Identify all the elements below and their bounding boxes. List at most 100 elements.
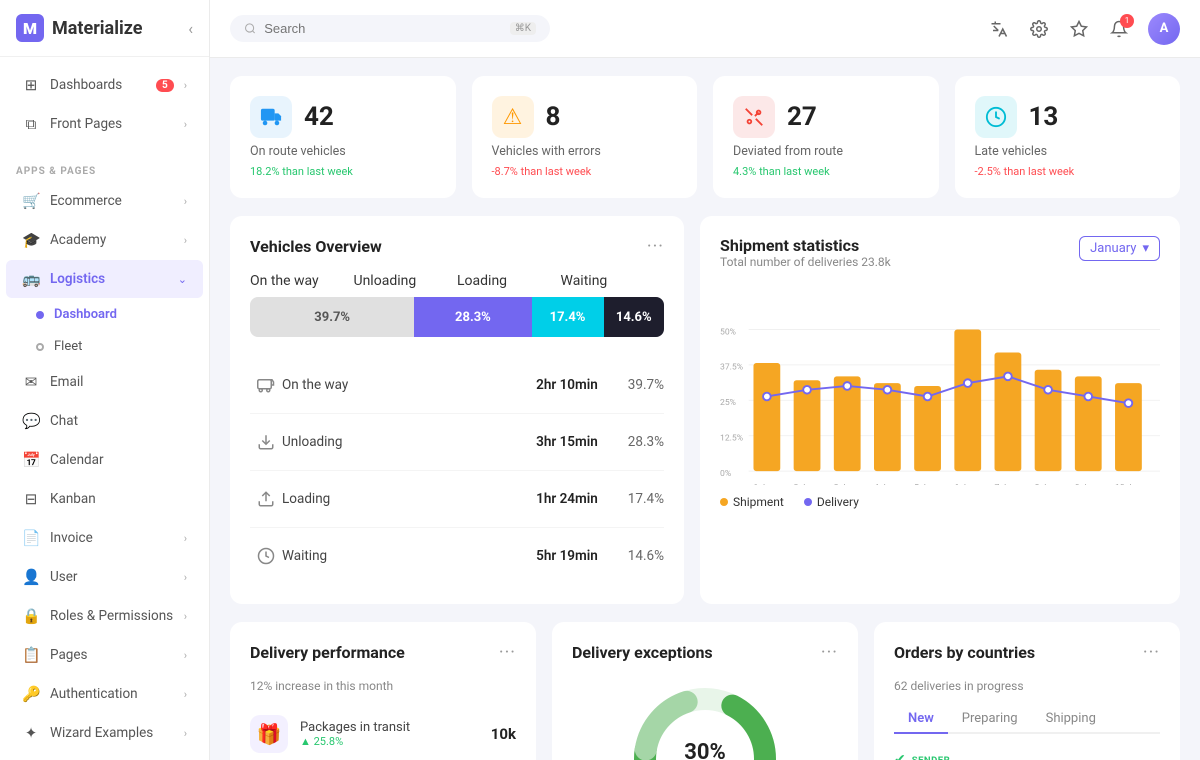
stat-number-late: 13: [1029, 102, 1059, 132]
academy-icon: 🎓: [22, 231, 40, 249]
delivery-perf-title: Delivery performance: [250, 643, 405, 662]
shipment-header: Shipment statistics Total number of deli…: [720, 236, 1160, 281]
orders-tabs: New Preparing Shipping: [894, 705, 1160, 734]
sidebar-item-academy[interactable]: 🎓 Academy ›: [6, 221, 203, 259]
svg-text:4 Jan: 4 Jan: [874, 483, 895, 485]
search-input[interactable]: [264, 21, 502, 36]
search-bar[interactable]: ⌘K: [230, 15, 550, 42]
order-entry: ✔ SENDER Myrtle Ullrich 101 Boulder, Cal…: [894, 746, 1160, 760]
month-select[interactable]: January ▾: [1079, 236, 1160, 261]
delivery-legend-dot: [804, 498, 812, 506]
perf-name-transit: Packages in transit: [300, 720, 479, 735]
order-entry-top: ✔ SENDER: [894, 752, 1160, 760]
stat-card-deviated: 27 Deviated from route 4.3% than last we…: [713, 76, 939, 198]
sidebar-item-front-pages[interactable]: ⧉ Front Pages ›: [6, 105, 203, 143]
legend-delivery: Delivery: [804, 495, 859, 509]
label-unloading: Unloading: [354, 273, 458, 289]
vehicle-row-waiting: Waiting 5hr 19min 14.6%: [250, 527, 664, 584]
sidebar-sub-label: Dashboard: [54, 307, 117, 322]
search-shortcut: ⌘K: [510, 22, 536, 35]
sidebar-item-wizard[interactable]: ✦ Wizard Examples ›: [6, 714, 203, 752]
vehicles-overview-card: Vehicles Overview ··· On the way Unloadi…: [230, 216, 684, 604]
sidebar-item-invoice[interactable]: 📄 Invoice ›: [6, 519, 203, 557]
chevron-down-icon: ⌄: [178, 273, 187, 286]
stat-change-deviated: 4.3% than last week: [733, 165, 919, 178]
clock-icon: [250, 540, 282, 572]
sidebar-item-dashboard[interactable]: Dashboard: [6, 299, 203, 330]
sidebar-item-dashboards[interactable]: ⊞ Dashboards 5 ›: [6, 66, 203, 104]
delivery-perf-menu-button[interactable]: ···: [499, 642, 516, 663]
label-waiting: Waiting: [561, 273, 665, 289]
progress-seg-on-way: 39.7%: [250, 297, 414, 337]
shipment-chart: 0% 12.5% 25% 37.5% 50%: [720, 285, 1160, 485]
sidebar-item-chat[interactable]: 💬 Chat: [6, 402, 203, 440]
shipment-legend-label: Shipment: [733, 495, 784, 509]
avatar[interactable]: A: [1148, 13, 1180, 45]
invoice-icon: 📄: [22, 529, 40, 547]
sidebar-item-logistics[interactable]: 🚌 Logistics ⌄: [6, 260, 203, 298]
perf-item-transit: 🎁 Packages in transit ▲ 25.8% 10k: [250, 707, 516, 760]
bell-icon[interactable]: 1: [1108, 18, 1130, 40]
exceptions-title: Delivery exceptions: [572, 643, 713, 662]
section-label: APPS & PAGES: [0, 152, 209, 181]
svg-text:10 Jan: 10 Jan: [1115, 483, 1141, 485]
chevron-right-icon: ›: [184, 688, 187, 701]
sidebar-collapse-button[interactable]: ‹: [188, 19, 193, 38]
exceptions-menu-button[interactable]: ···: [821, 642, 838, 663]
bus-icon: [250, 369, 282, 401]
ecommerce-icon: 🛒: [22, 192, 40, 210]
user-icon: 👤: [22, 568, 40, 586]
sidebar-item-calendar[interactable]: 📅 Calendar: [6, 441, 203, 479]
svg-text:12.5%: 12.5%: [720, 433, 743, 443]
sidebar-item-roles[interactable]: 🔒 Roles & Permissions ›: [6, 597, 203, 635]
stat-label-on-route: On route vehicles: [250, 144, 436, 159]
sidebar-item-fleet[interactable]: Fleet: [6, 331, 203, 362]
sidebar-item-email[interactable]: ✉ Email: [6, 363, 203, 401]
svg-text:25%: 25%: [720, 398, 736, 408]
stat-number-on-route: 42: [304, 102, 334, 132]
pages-icon: 📋: [22, 646, 40, 664]
progress-labels: On the way Unloading Loading Waiting: [250, 273, 664, 289]
sidebar-item-user[interactable]: 👤 User ›: [6, 558, 203, 596]
star-icon[interactable]: [1068, 18, 1090, 40]
sidebar-item-ecommerce[interactable]: 🛒 Ecommerce ›: [6, 182, 203, 220]
settings-icon[interactable]: [1028, 18, 1050, 40]
stat-card-errors: ⚠ 8 Vehicles with errors -8.7% than last…: [472, 76, 698, 198]
sidebar-item-authentication[interactable]: 🔑 Authentication ›: [6, 675, 203, 713]
dashboard-badge: 5: [156, 79, 174, 92]
orders-menu-button[interactable]: ···: [1143, 642, 1160, 663]
chevron-right-icon: ›: [184, 234, 187, 247]
row-name-on-way: On the way: [282, 377, 536, 393]
legend-shipment: Shipment: [720, 495, 784, 509]
progress-seg-unloading: 28.3%: [414, 297, 531, 337]
sidebar-item-label: Wizard Examples: [50, 725, 174, 741]
chart-svg: 0% 12.5% 25% 37.5% 50%: [720, 285, 1160, 485]
gift-icon: 🎁: [250, 715, 288, 753]
sidebar-item-dialog[interactable]: ⬜ Dialog Examples: [6, 753, 203, 760]
tab-preparing[interactable]: Preparing: [948, 705, 1032, 734]
vehicles-card-title: Vehicles Overview: [250, 237, 382, 256]
sidebar: M Materialize ‹ ⊞ Dashboards 5 › ⧉ Front…: [0, 0, 210, 760]
svg-text:0%: 0%: [720, 469, 731, 479]
upload-icon: [250, 483, 282, 515]
tab-shipping[interactable]: Shipping: [1032, 705, 1110, 734]
calendar-icon: 📅: [22, 451, 40, 469]
sidebar-item-kanban[interactable]: ⊟ Kanban: [6, 480, 203, 518]
vehicle-rows: On the way 2hr 10min 39.7% Unloading 3hr…: [250, 357, 664, 584]
translate-icon[interactable]: [988, 18, 1010, 40]
stat-label-errors: Vehicles with errors: [492, 144, 678, 159]
sidebar-item-pages[interactable]: 📋 Pages ›: [6, 636, 203, 674]
label-loading: Loading: [457, 273, 561, 289]
vehicles-menu-button[interactable]: ···: [647, 236, 664, 257]
svg-text:6 Jan: 6 Jan: [954, 483, 975, 485]
sidebar-item-label: Chat: [50, 413, 187, 429]
middle-row: Vehicles Overview ··· On the way Unloadi…: [230, 216, 1180, 604]
email-icon: ✉: [22, 373, 40, 391]
orders-subtitle: 62 deliveries in progress: [894, 679, 1160, 693]
tab-new[interactable]: New: [894, 705, 948, 734]
chevron-right-icon: ›: [184, 571, 187, 584]
stat-change-late: -2.5% than last week: [975, 165, 1161, 178]
row-time-waiting: 5hr 19min: [536, 548, 598, 564]
vehicle-row-loading: Loading 1hr 24min 17.4%: [250, 470, 664, 527]
chevron-right-icon: ›: [184, 118, 187, 131]
